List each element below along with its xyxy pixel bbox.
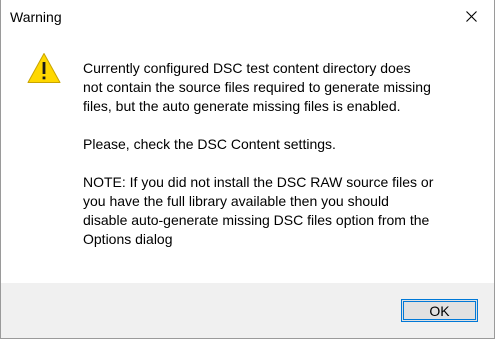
message-paragraph-3: NOTE: If you did not install the DSC RAW… [83, 173, 493, 249]
message-line: not contain the source files required to… [83, 79, 431, 95]
message-line: Please, check the DSC Content settings. [83, 136, 336, 152]
message-line: you have the full library available then… [83, 193, 389, 209]
dialog-footer: OK [1, 283, 494, 338]
message-paragraph-1: Currently configured DSC test content di… [83, 59, 493, 116]
message-paragraph-2: Please, check the DSC Content settings. [83, 135, 493, 154]
close-icon [465, 10, 477, 22]
message-line: files, but the auto generate missing fil… [83, 98, 401, 114]
dialog-message: Currently configured DSC test content di… [83, 59, 493, 268]
dialog-title: Warning [10, 9, 62, 25]
ok-button[interactable]: OK [401, 299, 478, 322]
message-line: Currently configured DSC test content di… [83, 60, 411, 76]
message-line: disable auto-generate missing DSC files … [83, 212, 430, 228]
warning-icon [27, 52, 61, 84]
dialog-body: Currently configured DSC test content di… [1, 34, 494, 281]
close-button[interactable] [448, 0, 494, 32]
message-line: NOTE: If you did not install the DSC RAW… [83, 174, 434, 190]
title-bar[interactable]: Warning [1, 0, 494, 34]
warning-dialog: Warning Currently configured DSC test co… [0, 0, 495, 339]
message-line: Options dialog [83, 231, 173, 247]
